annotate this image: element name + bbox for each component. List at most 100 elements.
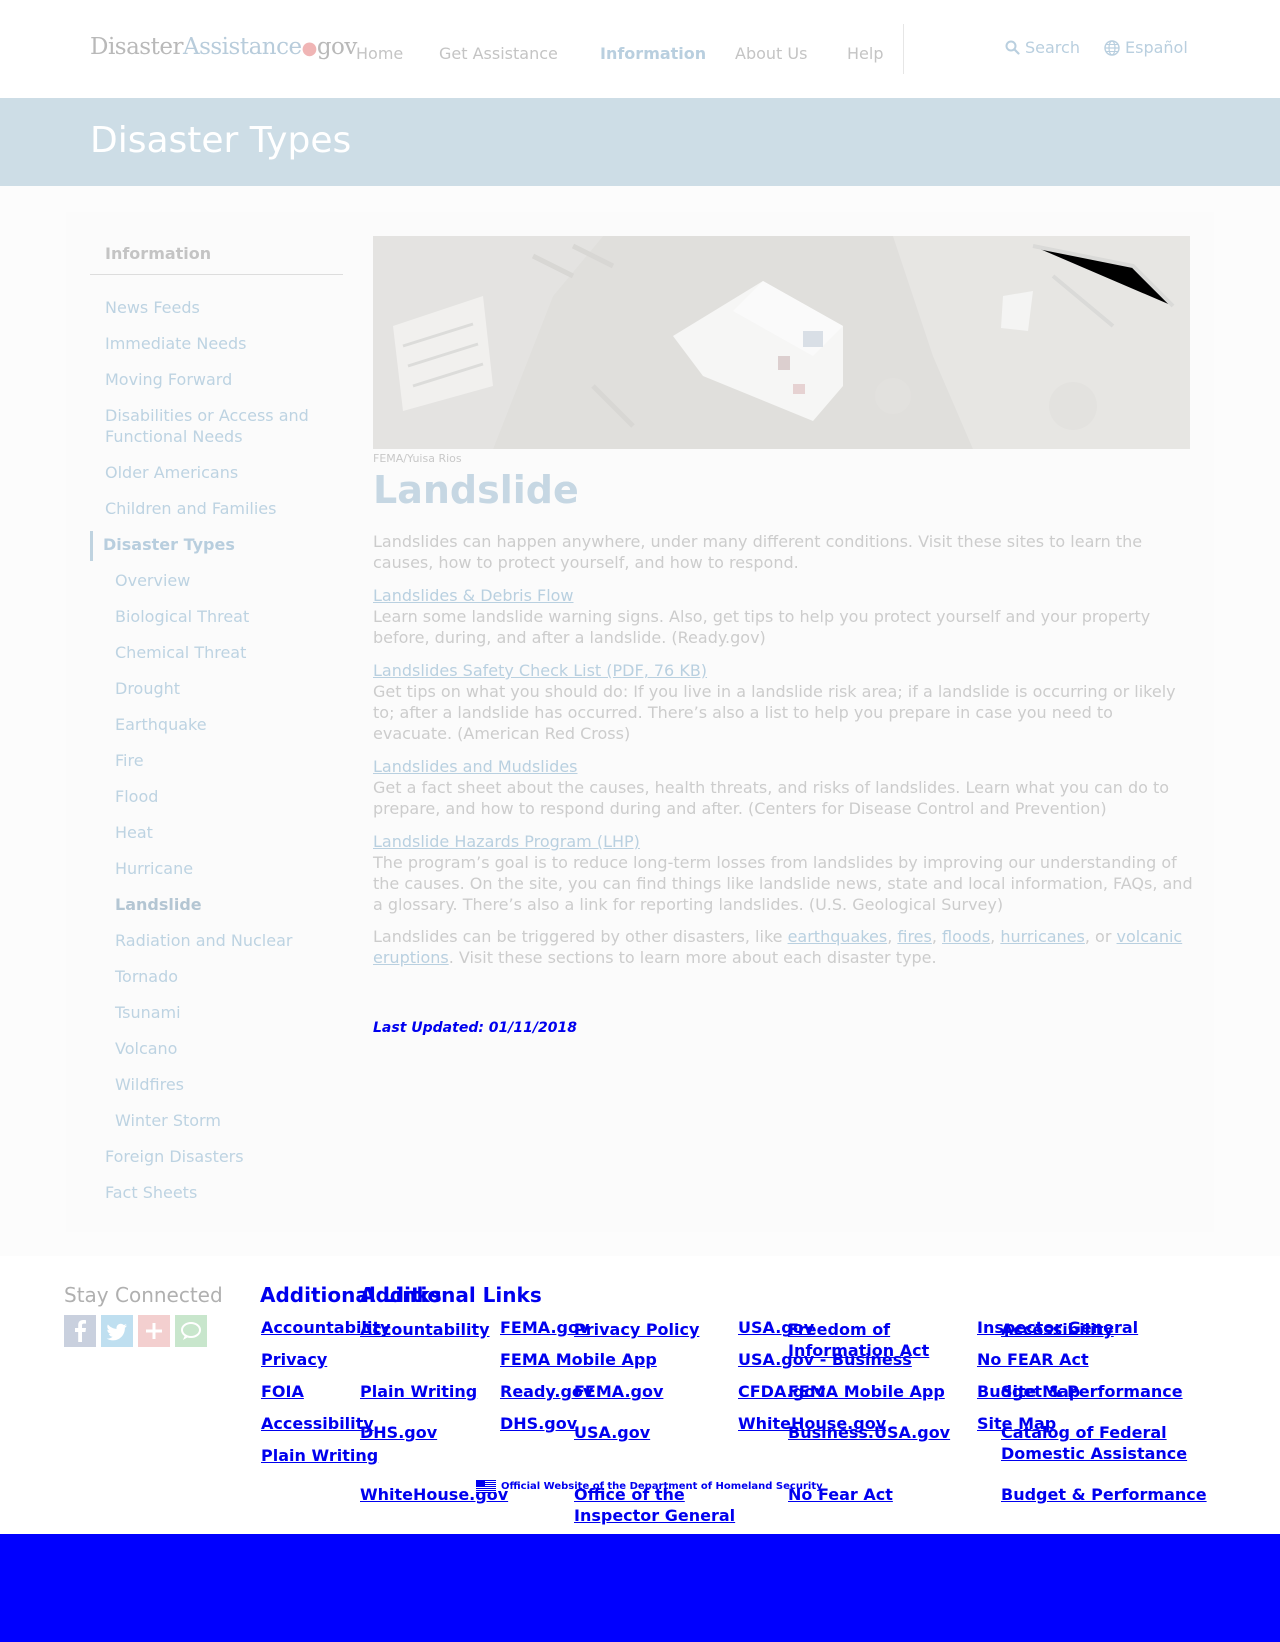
search-label: Search — [1025, 38, 1080, 57]
footer-link-foia[interactable]: FOIA — [261, 1381, 304, 1402]
stay-connected-heading: Stay Connected — [64, 1283, 223, 1307]
twitter-icon[interactable] — [101, 1315, 133, 1347]
sidebar-item-flood[interactable]: Flood — [115, 786, 355, 807]
chat-icon[interactable] — [175, 1315, 207, 1347]
official-website-text: Official Website of the Department of Ho… — [501, 1481, 823, 1492]
sidebar-item-hurricane[interactable]: Hurricane — [115, 858, 355, 879]
nav-help[interactable]: Help — [847, 44, 883, 63]
google-plus-icon[interactable] — [138, 1315, 170, 1347]
additional-links-heading-overlap: Additional Links — [360, 1283, 542, 1307]
nav-home[interactable]: Home — [356, 44, 403, 63]
last-updated: Last Updated: 01/11/2018 — [373, 1020, 577, 1036]
logo-text-assistance: Assistance — [182, 34, 302, 60]
site-logo[interactable]: DisasterAssistance●gov — [90, 34, 357, 60]
sidebar-item-news-feeds[interactable]: News Feeds — [105, 297, 345, 318]
sidebar-item-winter-storm[interactable]: Winter Storm — [115, 1110, 355, 1131]
article-title: Landslide — [373, 468, 579, 512]
sidebar-item-disaster-types[interactable]: Disaster Types — [103, 534, 343, 555]
sidebar-item-radiation-nuclear[interactable]: Radiation and Nuclear — [115, 930, 355, 951]
resource-description: Learn some landslide warning signs. Also… — [373, 607, 1151, 647]
page-title: Disaster Types — [90, 120, 352, 161]
footer-bottom-bar — [0, 1534, 1280, 1642]
resource-description: Get a fact sheet about the causes, healt… — [373, 778, 1170, 818]
closing-suffix: . Visit these sections to learn more abo… — [448, 948, 937, 967]
sidebar-active-indicator — [90, 531, 93, 561]
footer-link-privacy-policy[interactable]: Privacy Policy — [574, 1319, 699, 1340]
footer-link-accountability[interactable]: Accountability — [360, 1319, 490, 1340]
closing-or: , or — [1084, 927, 1112, 946]
sidebar-item-children-families[interactable]: Children and Families — [105, 498, 345, 519]
sidebar-item-earthquake[interactable]: Earthquake — [115, 714, 355, 735]
nav-get-assistance[interactable]: Get Assistance — [439, 44, 558, 63]
footer-link-budget-performance[interactable]: Budget & Performance — [1001, 1484, 1207, 1505]
footer-link-no-fear-act[interactable]: No FEAR Act — [977, 1349, 1089, 1370]
sidebar-item-foreign-disasters[interactable]: Foreign Disasters — [105, 1146, 345, 1167]
footer-link-foia[interactable]: Freedom of Information Act — [788, 1319, 958, 1361]
sidebar-item-tornado[interactable]: Tornado — [115, 966, 355, 987]
sidebar-item-tsunami[interactable]: Tsunami — [115, 1002, 355, 1023]
logo-dot: ● — [301, 38, 318, 59]
nav-information[interactable]: Information — [600, 44, 706, 63]
logo-text-disaster: Disaster — [90, 34, 183, 60]
us-flag-icon — [476, 1480, 496, 1493]
sidebar-item-fact-sheets[interactable]: Fact Sheets — [105, 1182, 345, 1203]
footer-link-dhs-gov[interactable]: DHS.gov — [360, 1422, 437, 1443]
search-icon — [1005, 40, 1020, 55]
closing-paragraph: Landslides can be triggered by other dis… — [373, 926, 1193, 968]
inline-link-floods[interactable]: floods — [942, 927, 990, 946]
footer-link-dhs-gov[interactable]: DHS.gov — [500, 1413, 577, 1434]
language-link[interactable]: Español — [1104, 38, 1188, 57]
footer-link-privacy[interactable]: Privacy — [261, 1349, 327, 1370]
closing-comma: , — [931, 927, 943, 946]
sidebar-item-older-americans[interactable]: Older Americans — [105, 462, 345, 483]
sidebar-item-drought[interactable]: Drought — [115, 678, 355, 699]
hero-image — [373, 236, 1190, 449]
inline-link-fires[interactable]: fires — [897, 927, 931, 946]
official-website-notice: Official Website of the Department of Ho… — [476, 1480, 823, 1493]
footer-link-accessibility[interactable]: Accessibility — [1001, 1319, 1114, 1340]
globe-icon — [1104, 39, 1120, 56]
footer-link-accessibility[interactable]: Accessibility — [261, 1413, 374, 1434]
facebook-icon[interactable] — [64, 1315, 96, 1347]
footer-link-usa-gov[interactable]: USA.gov — [574, 1422, 650, 1443]
footer-link-fema-gov[interactable]: FEMA.gov — [574, 1381, 663, 1402]
image-credit: FEMA/Yuisa Rios — [373, 452, 462, 465]
sidebar-item-biological-threat[interactable]: Biological Threat — [115, 606, 355, 627]
footer-link-site-map[interactable]: Site Map — [1001, 1381, 1080, 1402]
footer-link-fema-mobile-app[interactable]: FEMA Mobile App — [500, 1349, 657, 1370]
footer-link-catalog-federal-assistance[interactable]: Catalog of Federal Domestic Assistance — [1001, 1422, 1191, 1464]
closing-comma: , — [887, 927, 898, 946]
sidebar-heading: Information — [105, 244, 212, 263]
sidebar-item-chemical-threat[interactable]: Chemical Threat — [115, 642, 355, 663]
site-header: DisasterAssistance●gov Home Get Assistan… — [0, 0, 1280, 98]
sidebar-divider — [90, 274, 343, 275]
inline-link-hurricanes[interactable]: hurricanes — [1000, 927, 1085, 946]
resource-link-lhp[interactable]: Landslide Hazards Program (LHP) — [373, 831, 640, 852]
sidebar-item-immediate-needs[interactable]: Immediate Needs — [105, 333, 345, 354]
footer-link-plain-writing[interactable]: Plain Writing — [360, 1381, 477, 1402]
search-link[interactable]: Search — [1005, 38, 1080, 57]
resource-link-mudslides[interactable]: Landslides and Mudslides — [373, 756, 578, 777]
sidebar-item-moving-forward[interactable]: Moving Forward — [105, 369, 345, 390]
sidebar-item-fire[interactable]: Fire — [115, 750, 355, 771]
resource-description: Get tips on what you should do: If you l… — [373, 682, 1176, 743]
resource-link-safety-checklist[interactable]: Landslides Safety Check List (PDF, 76 KB… — [373, 660, 707, 681]
sidebar-item-volcano[interactable]: Volcano — [115, 1038, 355, 1059]
sidebar-item-disabilities[interactable]: Disabilities or Access and Functional Ne… — [105, 405, 345, 447]
nav-about-us[interactable]: About Us — [735, 44, 807, 63]
logo-text-gov: gov — [316, 34, 358, 60]
nav-divider — [903, 24, 904, 74]
resource-link-debris-flow[interactable]: Landslides & Debris Flow — [373, 585, 574, 606]
sidebar-item-heat[interactable]: Heat — [115, 822, 355, 843]
sidebar-item-landslide[interactable]: Landslide — [115, 894, 355, 915]
footer-link-business-usa-gov[interactable]: Business.USA.gov — [788, 1422, 950, 1443]
intro-paragraph: Landslides can happen anywhere, under ma… — [373, 532, 1143, 572]
page-banner: Disaster Types — [0, 98, 1280, 186]
closing-comma: , — [990, 927, 1001, 946]
inline-link-earthquakes[interactable]: earthquakes — [788, 927, 888, 946]
sidebar-item-wildfires[interactable]: Wildfires — [115, 1074, 355, 1095]
footer-link-plain-writing[interactable]: Plain Writing — [261, 1445, 378, 1466]
resource-description: The program’s goal is to reduce long-ter… — [373, 853, 1193, 914]
footer-link-fema-mobile-app[interactable]: FEMA Mobile App — [788, 1381, 945, 1402]
sidebar-item-overview[interactable]: Overview — [115, 570, 355, 591]
